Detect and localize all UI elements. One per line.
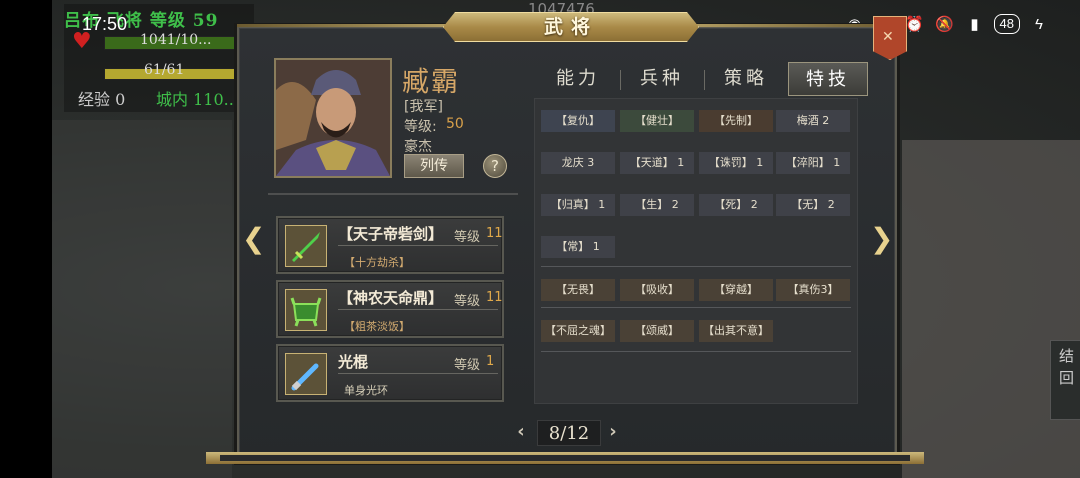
cauldron-icon [285,289,327,331]
skill-tag[interactable]: 【归真】 1 [541,194,615,216]
end-turn-button[interactable]: 结 回 [1050,340,1080,420]
general-faction: [我军] [404,99,443,115]
mute-icon: 🔕 [935,16,954,33]
equipment-separator [338,373,498,374]
lightsaber-icon [285,353,327,395]
equipment-name: 【天子帝砦剑】 [338,225,444,243]
skills-divider [541,351,851,352]
battery-icon: 48 [993,14,1020,34]
equipment-level-label: 等级 [454,358,481,373]
equipment-name: 【神农天命鼎】 [338,289,444,307]
skill-tag[interactable]: 【颂威】 [620,320,694,342]
skill-tag[interactable]: 【真伤3】 [776,279,850,301]
equipment-level: 11 [486,290,503,305]
clock: 17:50 [82,14,128,34]
skill-tag[interactable]: 【出其不意】 [699,320,773,342]
close-button[interactable]: ✕ [873,16,907,60]
general-level-label: 等级: [404,119,437,135]
screen-left-black-bar [0,0,52,478]
equipment-slot-accessory[interactable]: 光棍 等级 1 单身光环 [276,344,504,402]
next-general-arrow[interactable]: ❯ [870,224,893,254]
city-label: 城内 110... [156,90,239,109]
skill-tag[interactable]: 梅酒 2 [776,110,850,132]
page-prev-button[interactable]: ‹ [513,421,529,443]
page-indicator: 8/12 [537,420,601,446]
exp-label: 经验 0 [78,90,126,109]
skill-tag[interactable]: 【不屈之魂】 [541,320,615,342]
signal-icon: ▮ [970,16,979,33]
section-divider [268,193,518,195]
dialog-bottom-frame-inner [220,455,910,461]
skill-tag[interactable]: 【生】 2 [620,194,694,216]
general-name: 臧霸 [402,67,460,98]
equipment-slot-weapon[interactable]: 【天子帝砦剑】 等级 11 【十方劫杀】 [276,216,504,274]
tab-troops[interactable]: 兵种 [622,62,702,96]
equipment-effect: 单身光环 [344,384,388,397]
tab-strategy[interactable]: 策略 [706,62,786,96]
skill-tag[interactable]: 【诛罚】 1 [699,152,773,174]
equipment-name: 光棍 [338,353,369,371]
skill-tag[interactable]: 【天道】 1 [620,152,694,174]
equipment-separator [338,245,498,246]
sword-icon [285,225,327,267]
skill-tag[interactable]: 【常】 1 [541,236,615,258]
equipment-effect: 【粗茶淡饭】 [344,320,410,333]
skill-tag[interactable]: 龙庆 3 [541,152,615,174]
help-button[interactable]: ? [483,154,507,178]
mp-text: 61/61 [144,62,185,78]
skills-divider [541,266,851,267]
equipment-level-label: 等级 [454,230,481,245]
biography-button[interactable]: 列传 [404,154,464,178]
portrait-illustration [276,60,390,176]
skill-tag[interactable]: 【淬阳】 1 [776,152,850,174]
skill-tag[interactable]: 【无】 2 [776,194,850,216]
tab-special-skills[interactable]: 特技 [788,62,868,96]
equipment-slot-treasure[interactable]: 【神农天命鼎】 等级 11 【粗茶淡饭】 [276,280,504,338]
general-level-value: 50 [446,116,464,132]
end-turn-label: 结 [1059,347,1075,365]
general-trait: 豪杰 [404,139,432,155]
tab-separator [620,70,621,90]
skill-tag[interactable]: 【穿越】 [699,279,773,301]
previous-general-arrow[interactable]: ❮ [242,224,265,254]
charging-icon: ϟ [1035,15,1043,33]
close-icon: ✕ [882,29,894,45]
map-terrain-tile [902,140,1080,478]
general-portrait [274,58,392,178]
skill-tag[interactable]: 【健壮】 [620,110,694,132]
skill-tag[interactable]: 【无畏】 [541,279,615,301]
page-next-button[interactable]: › [605,421,621,443]
skill-tag[interactable]: 【吸收】 [620,279,694,301]
equipment-effect: 【十方劫杀】 [344,256,410,269]
skill-tag[interactable]: 【复仇】 [541,110,615,132]
tab-separator [704,70,705,90]
equipment-level: 1 [486,354,495,369]
skill-tag[interactable]: 【死】 2 [699,194,773,216]
dialog-title: 武将 [543,16,598,38]
tab-ability[interactable]: 能力 [538,62,618,96]
return-label: 回 [1059,369,1075,387]
map-terrain-tile [52,120,232,478]
skills-divider [541,307,851,308]
equipment-level-label: 等级 [454,294,481,309]
equipment-level: 11 [486,226,503,241]
equipment-separator [338,309,498,310]
skill-tag[interactable]: 【先制】 [699,110,773,132]
